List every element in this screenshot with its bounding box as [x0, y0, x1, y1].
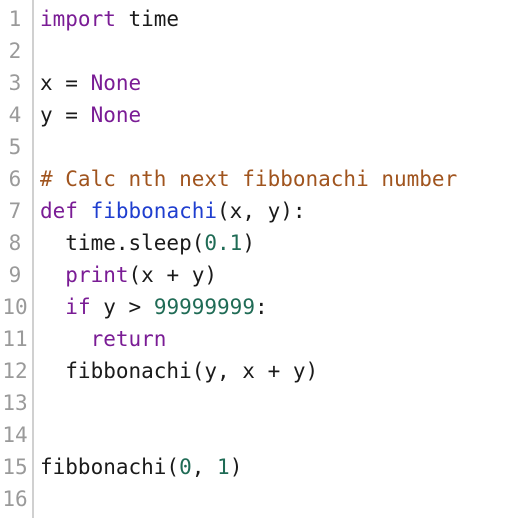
code-token: 99999999	[153, 295, 255, 319]
code-line[interactable]: 5	[0, 131, 506, 163]
line-number: 16	[2, 487, 28, 511]
code-token: 0	[179, 455, 192, 479]
code-line[interactable]: 7 def fibbonachi(x, y):	[0, 195, 506, 227]
line-number: 1	[8, 7, 22, 31]
line-number: 13	[2, 391, 28, 415]
code-token: )	[242, 231, 255, 255]
code-token: 0.1	[204, 231, 243, 255]
code-token: ,	[191, 455, 218, 479]
code-line[interactable]: 16	[0, 483, 506, 515]
line-number: 15	[2, 455, 28, 479]
line-number: 6	[8, 167, 22, 191]
code-token: time	[115, 7, 180, 31]
code-text[interactable]: if y > 99999999:	[40, 291, 268, 323]
code-token: fibbonachi(	[40, 455, 180, 479]
code-line[interactable]: 14	[0, 419, 506, 451]
line-number: 8	[8, 231, 22, 255]
code-line[interactable]: 3 x = None	[0, 67, 506, 99]
line-number: 4	[8, 103, 22, 127]
code-text[interactable]: x = None	[40, 67, 141, 99]
code-line[interactable]: 2	[0, 35, 506, 67]
code-line[interactable]: 9 print(x + y)	[0, 259, 506, 291]
code-line[interactable]: 15 fibbonachi(0, 1)	[0, 451, 506, 483]
code-token: None	[90, 103, 142, 127]
code-token: def	[40, 199, 78, 223]
code-line[interactable]: 6 # Calc nth next fibbonachi number	[0, 163, 506, 195]
code-token: fibbonachi(y, x + y)	[40, 359, 319, 383]
code-token: y >	[90, 295, 154, 319]
code-token: x =	[40, 71, 91, 95]
code-line[interactable]: 13	[0, 387, 506, 419]
code-editor[interactable]: 1 import time 2 3 x = None 4 y = None 5 6 # Calc …	[0, 0, 506, 518]
code-token: # Calc nth next fibbonachi number	[40, 167, 458, 191]
code-token: if	[65, 295, 91, 319]
code-text[interactable]: print(x + y)	[40, 259, 217, 291]
code-text[interactable]: return	[40, 323, 167, 355]
code-text[interactable]: fibbonachi(y, x + y)	[40, 355, 318, 387]
line-number: 7	[8, 199, 22, 223]
code-line[interactable]: 11 return	[0, 323, 506, 355]
line-number: 14	[2, 423, 28, 447]
code-line[interactable]: 4 y = None	[0, 99, 506, 131]
code-text[interactable]: import time	[40, 3, 179, 35]
code-line[interactable]: 12 fibbonachi(y, x + y)	[0, 355, 506, 387]
code-token: fibbonachi	[90, 199, 218, 223]
line-number: 5	[8, 135, 22, 159]
code-token: :	[254, 295, 268, 319]
code-token: print	[65, 263, 129, 287]
code-token: (x + y)	[128, 263, 218, 287]
code-line[interactable]: 1 import time	[0, 3, 506, 35]
code-token: (x, y):	[217, 199, 306, 223]
code-text[interactable]: # Calc nth next fibbonachi number	[40, 163, 457, 195]
code-text[interactable]: fibbonachi(0, 1)	[40, 451, 242, 483]
line-number: 2	[8, 39, 22, 63]
code-text[interactable]: def fibbonachi(x, y):	[40, 195, 306, 227]
line-number: 11	[2, 327, 28, 351]
code-line[interactable]: 8 time.sleep(0.1)	[0, 227, 506, 259]
code-token: y =	[40, 103, 91, 127]
line-number: 3	[8, 71, 22, 95]
code-line[interactable]: 10 if y > 99999999:	[0, 291, 506, 323]
code-token: return	[90, 327, 167, 351]
line-number: 10	[2, 295, 28, 319]
code-token: 1	[217, 455, 230, 479]
code-token: time.sleep(	[40, 231, 205, 255]
code-token: import	[40, 7, 116, 31]
code-token: None	[90, 71, 142, 95]
line-number: 12	[2, 359, 28, 383]
code-text[interactable]: time.sleep(0.1)	[40, 227, 255, 259]
code-text[interactable]: y = None	[40, 99, 141, 131]
code-token: )	[229, 455, 243, 479]
line-number: 9	[8, 263, 22, 287]
